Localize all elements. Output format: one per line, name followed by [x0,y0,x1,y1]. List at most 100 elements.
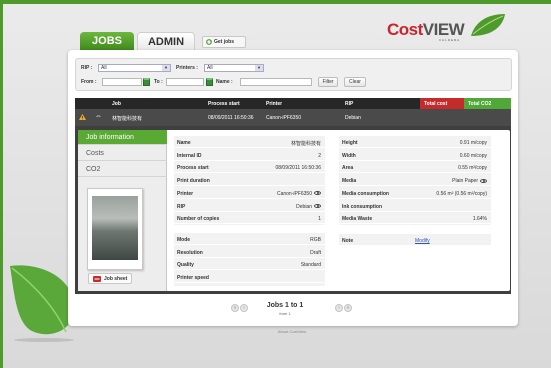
info-row: Mode RGB [174,233,325,245]
note-label: Note [342,238,354,244]
row-process-start: 08/09/2011 16:50:36 [208,115,254,121]
top-accent-bar [0,0,551,4]
from-label: From : [81,79,97,85]
col-process-start[interactable]: Process start [208,101,240,107]
info-key: RIP [177,203,186,210]
note-modify-link[interactable]: Modify [415,238,430,244]
left-accent-bar [0,0,3,368]
sidebar-item-job-information[interactable]: Job information [78,130,167,145]
pdf-icon [93,275,101,282]
info-key: Print duration [177,178,210,185]
chevron-down-icon: ▼ [255,65,263,71]
info-value: Plain Paper [452,178,487,184]
sidebar-item-co2[interactable]: CO2 [78,162,167,177]
thumbnail-image [92,196,138,260]
info-value-text: Canon-iPF6350 [276,190,312,197]
table-row[interactable]: ⇔ 林智能科技有 08/09/2011 16:50:36 Canon-iPF63… [75,109,511,126]
rip-filter-label: RIP : [81,65,93,71]
info-row: Printer speed [174,271,325,284]
rip-select-value: All [101,65,107,71]
job-thumbnail [87,188,143,270]
info-row: Area 0.55 m²/copy [339,161,491,174]
tab-jobs[interactable]: JOBS [80,32,134,50]
job-sheet-label: Job sheet [104,275,128,282]
info-row: Width 0.60 m/copy [339,149,491,161]
info-value: 1 [318,216,321,222]
info-value: 0.91 m/copy [460,140,487,146]
info-row: Number of copies 1 [174,212,325,225]
info-row: Process start 08/09/2011 16:50:36 [174,161,325,174]
info-value-text: 0.91 m/copy [459,140,487,146]
calendar-icon[interactable] [206,78,213,86]
refresh-icon [206,39,212,45]
pager-total-text: from 1 [279,311,291,316]
info-value-text: 林智能科技有 [290,141,321,147]
last-page-button[interactable]: » [344,304,352,312]
info-card-general: Name 林智能科技有 Internal ID 2 Process start 08/09… [174,136,325,225]
info-value: 0.56 m² (0.56 m²/copy) [436,191,487,197]
job-sheet-button[interactable]: Job sheet [88,273,132,284]
info-row: Media consumption 0.56 m² (0.56 m²/copy) [339,187,491,199]
info-row: Print duration [174,174,325,187]
next-page-button[interactable]: › [335,304,343,312]
info-value: 1.64% [473,216,487,222]
col-total-cost[interactable]: Total cost [420,98,464,109]
info-key: Media [342,178,357,185]
get-jobs-label: Get jobs [214,39,235,45]
info-value-text: Standard [300,262,321,269]
info-key: Quality [177,262,194,269]
col-rip[interactable]: RIP [345,101,353,107]
info-value-text: Plain Paper [452,178,478,185]
info-value-text: 0.60 m/copy [459,152,487,159]
grid-header: Job Process start Printer RIP Total cost… [75,98,511,109]
info-value-text: 0.56 m² (0.56 m²/copy) [436,190,487,197]
note-row: Note Modify [339,234,491,246]
info-row: Ink consumption [339,200,491,212]
name-input[interactable] [240,78,312,86]
info-value: Standard [301,262,321,268]
info-value-text: 0.55 m²/copy [458,165,487,172]
link-icon[interactable]: ⇔ [95,113,102,120]
row-rip: Debian [345,115,361,121]
info-card-note: Note Modify [339,234,491,246]
info-card-media: Height 0.91 m/copy Width 0.60 m/copy Area 0.5… [339,136,491,225]
filter-button[interactable]: Filter [318,77,338,87]
info-row: Internal ID 2 [174,149,325,161]
printers-filter-label: Printers : [176,65,198,71]
info-value: Canon-iPF6350 [277,191,321,197]
info-row: Height 0.91 m/copy [339,136,491,148]
col-total-co2[interactable]: Total CO2 [464,98,511,109]
name-label: Name : [216,79,233,85]
rip-select[interactable]: All ▼ [98,64,171,72]
view-icon[interactable] [480,178,487,183]
to-date-input[interactable] [166,78,204,86]
info-key: Internal ID [177,152,202,159]
info-key: Mode [177,237,191,243]
info-value: RGB [310,237,321,243]
get-jobs-button[interactable]: Get jobs [202,36,246,48]
info-value: Draft [310,250,321,256]
row-job-name: 林智能科技有 [112,116,143,122]
printers-select[interactable]: All ▼ [204,64,264,72]
info-value-text: 1 [318,216,321,223]
info-value-text: 2 [318,152,321,159]
from-date-input[interactable] [102,78,142,86]
info-value-text: Draft [310,249,321,256]
costview-logo: CostVIEW CALDERA [387,12,507,46]
col-printer[interactable]: Printer [266,101,282,107]
sidebar-item-costs[interactable]: Costs [78,146,167,161]
clear-button[interactable]: Clear [344,77,366,87]
tab-admin[interactable]: ADMIN [137,32,195,50]
warning-icon [79,114,86,120]
calendar-icon[interactable] [143,78,150,86]
info-key: Width [342,152,356,159]
view-icon[interactable] [314,191,321,196]
info-key: Ink consumption [342,203,382,210]
info-key: Name [177,140,191,146]
about-link[interactable]: About CostView [262,329,322,334]
view-icon[interactable] [314,204,321,209]
info-key: Resolution [177,249,203,256]
col-job[interactable]: Job [112,101,121,107]
info-row: Media Waste 1.64% [339,212,491,225]
info-value: 0.55 m²/copy [458,165,487,171]
